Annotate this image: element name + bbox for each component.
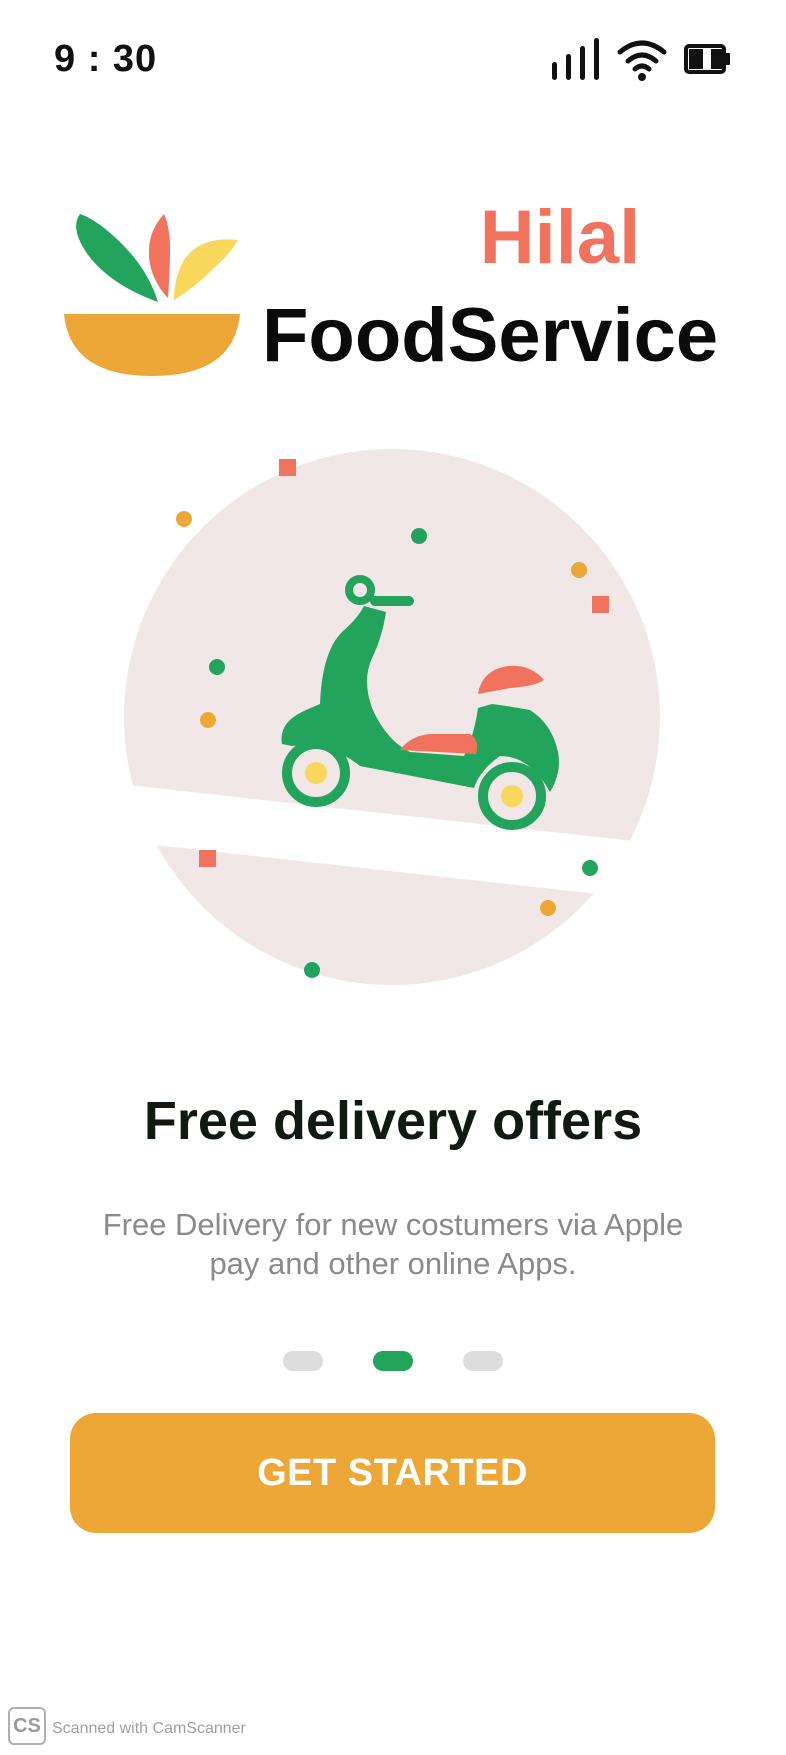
- camscanner-logo: CS: [8, 1707, 46, 1745]
- page-dot-3[interactable]: [463, 1351, 503, 1371]
- wifi-icon: [617, 40, 667, 81]
- status-time: 9 : 30: [54, 38, 158, 80]
- onboarding-subtitle: Free Delivery for new costumers via Appl…: [102, 1207, 684, 1281]
- page-dot-2-active[interactable]: [373, 1351, 413, 1371]
- bowl-logo-icon: [64, 214, 240, 376]
- brand-name-top: Hilal: [479, 195, 641, 280]
- signal-icon: [552, 38, 599, 80]
- onboarding-title: Free delivery offers: [143, 1091, 643, 1151]
- get-started-button[interactable]: GET STARTED: [70, 1413, 715, 1533]
- delivery-illustration: [124, 449, 660, 985]
- brand-name-bottom: FoodService: [262, 293, 719, 378]
- battery-icon: [684, 44, 730, 74]
- page-dot-1[interactable]: [283, 1351, 323, 1371]
- watermark-text: Scanned with CamScanner: [52, 1720, 246, 1737]
- page-indicator: [0, 1351, 786, 1371]
